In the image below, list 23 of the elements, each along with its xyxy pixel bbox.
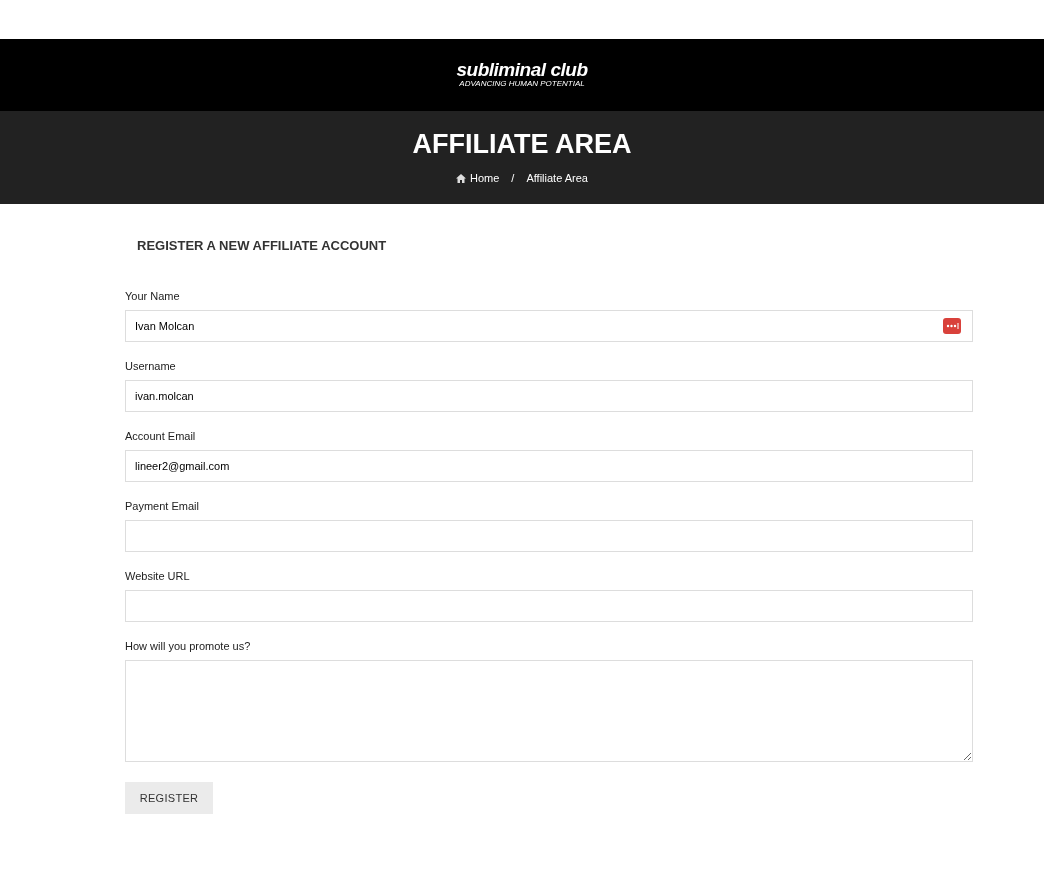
home-icon [456, 173, 466, 183]
breadcrumb-separator: / [511, 171, 515, 186]
field-label: Username [125, 359, 177, 373]
breadcrumb-home-link[interactable]: Home [456, 170, 500, 187]
input-field[interactable]: lineer2@gmail.com [125, 450, 973, 482]
field-label: Payment Email [125, 499, 200, 513]
field-label: Your Name [125, 289, 181, 303]
textarea-field[interactable] [125, 660, 973, 762]
input-field[interactable]: Ivan Molcan [125, 310, 973, 342]
breadcrumb-current: Affiliate Area [526, 171, 588, 186]
input-field[interactable]: ivan.molcan [125, 380, 973, 412]
logo-tagline: ADVANCING HUMAN POTENTIAL [459, 79, 585, 89]
form-heading: REGISTER A NEW AFFILIATE ACCOUNT [137, 238, 388, 254]
page-title: AFFILIATE AREA [412, 128, 632, 160]
field-label: Account Email [125, 429, 197, 443]
field-label: How will you promote us? [125, 639, 252, 653]
input-field[interactable] [125, 520, 973, 552]
field-label: Website URL [125, 569, 191, 583]
logo[interactable]: subliminal club ADVANCING HUMAN POTENTIAL [456, 61, 588, 89]
logo-name: subliminal club [456, 61, 588, 79]
register-button[interactable]: REGISTER [125, 782, 213, 814]
input-field[interactable] [125, 590, 973, 622]
password-manager-icon[interactable] [943, 318, 961, 334]
